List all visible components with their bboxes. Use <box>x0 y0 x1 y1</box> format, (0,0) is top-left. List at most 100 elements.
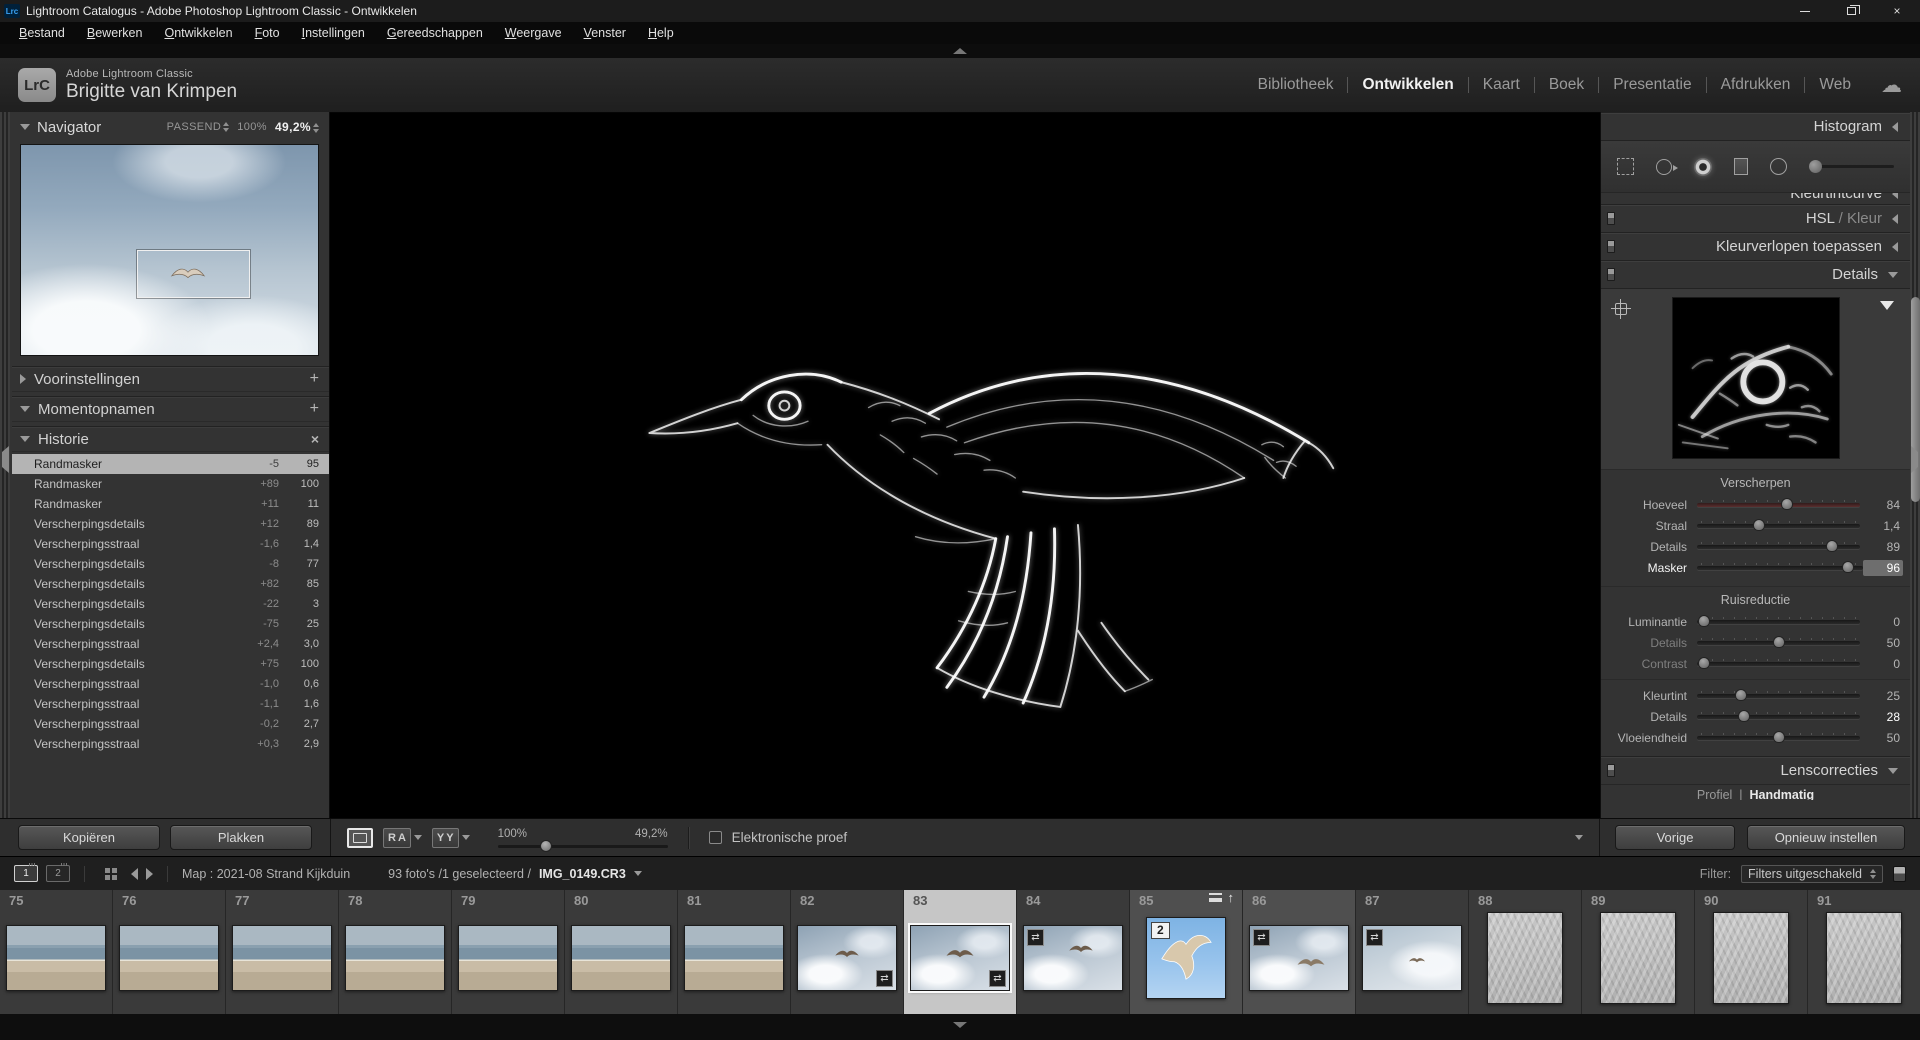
masker-value[interactable]: 96 <box>1863 560 1903 576</box>
history-item[interactable]: Randmasker+89100 <box>12 474 329 494</box>
panel-switch[interactable] <box>1607 268 1615 281</box>
details-slider[interactable] <box>1697 545 1860 549</box>
filmstrip-cell-84[interactable]: 84 ⇄ <box>1017 890 1130 1014</box>
panel-header-kleurverlopen[interactable]: Kleurverlopen toepassen <box>1601 232 1910 260</box>
zoom-current-label[interactable]: 49,2% <box>635 828 668 840</box>
menu-weergave[interactable]: Weergave <box>494 24 573 42</box>
filmstrip-cell-87[interactable]: 87 ⇄ <box>1356 890 1469 1014</box>
expanded-panel-icon[interactable] <box>20 436 30 442</box>
bottom-panel-toggle-icon[interactable] <box>953 1022 967 1028</box>
filmstrip-cell-85-stack[interactable]: 85 ↑ 2 <box>1130 890 1243 1014</box>
menu-help[interactable]: Help <box>637 24 685 42</box>
history-item[interactable]: Randmasker-595 <box>12 454 329 474</box>
history-item[interactable]: Verscherpingsstraal-0,22,7 <box>12 714 329 734</box>
masking-tool-icon[interactable] <box>1734 158 1748 175</box>
thumbnail-beach[interactable] <box>345 925 445 991</box>
kleurtint-value[interactable]: 25 <box>1860 689 1900 703</box>
thumbnail-gull-blue-sky[interactable]: 2 <box>1146 917 1226 999</box>
navigator-header[interactable]: Navigator PASSEND 100% 49,2% <box>12 112 329 142</box>
close-button[interactable]: × <box>1874 0 1920 22</box>
thumbnail-beach[interactable] <box>232 925 332 991</box>
vloeiendheid-slider[interactable] <box>1697 736 1860 740</box>
thumbnail-texture[interactable] <box>1487 912 1563 1004</box>
history-item[interactable]: Verscherpingsstraal-1,61,4 <box>12 534 329 554</box>
collection-badge-icon[interactable]: ⇄ <box>1253 929 1270 946</box>
zoom-min-label[interactable]: 100% <box>498 828 527 840</box>
zoom-slider[interactable] <box>498 845 668 848</box>
add-preset-button[interactable]: + <box>310 374 319 384</box>
filmstrip-cell-90[interactable]: 90 <box>1695 890 1808 1014</box>
filmstrip-cell-82[interactable]: 82 ⇄ <box>791 890 904 1014</box>
contrast-value[interactable]: 0 <box>1860 657 1900 671</box>
panel-header-histogram[interactable]: Histogram <box>1601 112 1910 140</box>
navigator-expand-icon[interactable] <box>20 124 30 130</box>
thumbnail-bird-sky-selected[interactable]: ⇄ <box>910 925 1010 991</box>
filmstrip-cell-88[interactable]: 88 <box>1469 890 1582 1014</box>
panel-header-voorinstellingen[interactable]: Voorinstellingen + <box>12 366 329 392</box>
next-photo-arrow[interactable] <box>146 868 153 880</box>
crop-tool-icon[interactable] <box>1617 158 1634 175</box>
secondary-screen-button[interactable]: 2 <box>46 865 70 882</box>
history-item[interactable]: Randmasker+1111 <box>12 494 329 514</box>
redeye-tool-icon[interactable] <box>1694 158 1712 176</box>
radial-mask-tool-icon[interactable] <box>1770 158 1787 175</box>
menu-gereedschappen[interactable]: Gereedschappen <box>376 24 494 42</box>
filmstrip-cell-80[interactable]: 80 <box>565 890 678 1014</box>
history-item[interactable]: Verscherpingsstraal+0,32,9 <box>12 734 329 754</box>
panel-header-details[interactable]: Details <box>1601 260 1910 288</box>
contrast-slider[interactable] <box>1697 662 1860 666</box>
clear-history-button[interactable]: × <box>311 431 319 447</box>
filmstrip-cell-83-selected[interactable]: 83 ⇄ <box>904 890 1017 1014</box>
thumbnail-beach[interactable] <box>684 925 784 991</box>
filmstrip-cell-77[interactable]: 77 <box>226 890 339 1014</box>
panel-header-historie[interactable]: Historie × <box>12 426 329 452</box>
stack-arrow-icon[interactable]: ↑ <box>1228 892 1235 903</box>
history-item[interactable]: Verscherpingsdetails-7525 <box>12 614 329 634</box>
toolbar-options-dropdown-icon[interactable] <box>1575 835 1583 840</box>
thumbnail-beach[interactable] <box>571 925 671 991</box>
navigator-100-option[interactable]: 100% <box>237 121 267 133</box>
history-item[interactable]: Verscherpingsdetails-877 <box>12 554 329 574</box>
masker-slider[interactable] <box>1697 566 1863 570</box>
collection-badge-icon[interactable]: ⇄ <box>1027 929 1044 946</box>
filter-toggle-switch[interactable] <box>1893 866 1906 882</box>
maximize-button[interactable] <box>1828 0 1874 22</box>
soft-proof-checkbox[interactable] <box>709 831 722 844</box>
reference-view-dropdown-icon[interactable] <box>414 835 422 840</box>
menu-ontwikkelen[interactable]: Ontwikkelen <box>153 24 243 42</box>
filmstrip-cell-81[interactable]: 81 <box>678 890 791 1014</box>
thumbnail-bird-sky[interactable]: ⇄ <box>1249 925 1349 991</box>
previous-button[interactable]: Vorige <box>1615 825 1735 850</box>
loupe-view-button[interactable] <box>347 828 373 848</box>
hoeveel-slider[interactable] <box>1697 503 1860 507</box>
history-item[interactable]: Verscherpingsdetails+1289 <box>12 514 329 534</box>
navigator-preview[interactable] <box>20 144 319 356</box>
zoom-slider-thumb[interactable] <box>540 840 552 852</box>
cloud-sync-icon[interactable]: ☁ <box>1881 73 1902 98</box>
kleurtint-slider[interactable] <box>1697 694 1860 698</box>
luminantie-slider[interactable] <box>1697 620 1860 624</box>
filmstrip-cell-89[interactable]: 89 <box>1582 890 1695 1014</box>
filename-dropdown-icon[interactable] <box>634 871 642 876</box>
thumbnail-texture[interactable] <box>1826 912 1902 1004</box>
detail-collapse-icon[interactable] <box>1880 301 1894 310</box>
reset-button[interactable]: Opnieuw instellen <box>1747 825 1905 850</box>
kleur-details-slider[interactable] <box>1697 715 1860 719</box>
menu-bestand[interactable]: Bestand <box>8 24 76 42</box>
module-tab-boek[interactable]: Boek <box>1535 72 1598 98</box>
reference-view-button[interactable]: RA <box>383 828 411 848</box>
filmstrip-cell-79[interactable]: 79 <box>452 890 565 1014</box>
vloeiendheid-value[interactable]: 50 <box>1860 731 1900 745</box>
right-panel-collapse-arrow[interactable] <box>1911 452 1918 467</box>
thumbnail-texture[interactable] <box>1600 912 1676 1004</box>
adjustment-badge-icon[interactable]: ⇄ <box>876 970 893 987</box>
identity-plate[interactable]: LrC Adobe Lightroom Classic Brigitte van… <box>18 68 237 103</box>
primary-screen-button[interactable]: 1 <box>14 865 38 882</box>
navigator-zoom-rect[interactable] <box>137 250 250 298</box>
adjustment-badge-icon[interactable]: ⇄ <box>989 970 1006 987</box>
module-tab-web[interactable]: Web <box>1805 72 1865 98</box>
panel-switch[interactable] <box>1607 240 1615 253</box>
menu-foto[interactable]: Foto <box>244 24 291 42</box>
thumbnail-beach[interactable] <box>458 925 558 991</box>
thumbnail-bird-pale-sky[interactable]: ⇄ <box>1362 925 1462 991</box>
